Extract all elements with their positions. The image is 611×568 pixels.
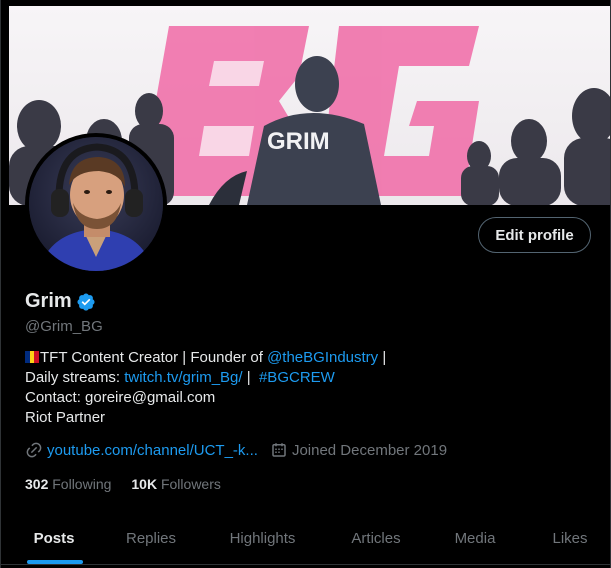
profile-tabs: Posts Replies Highlights Articles Media …	[1, 512, 610, 564]
followers-link[interactable]: 10K Followers	[131, 476, 220, 492]
avatar-image	[29, 137, 163, 271]
bio-text: TFT Content Creator | Founder of	[40, 349, 268, 366]
following-count: 302	[25, 476, 49, 492]
joined-date: Joined December 2019	[291, 441, 448, 459]
link-icon	[26, 442, 42, 458]
bio-line-4: Riot Partner	[25, 409, 106, 426]
hashtag-link[interactable]: #BGCREW	[259, 369, 335, 386]
profile-bio: TFT Content Creator | Founder of @theBGI…	[25, 348, 585, 428]
tab-articles[interactable]: Articles	[330, 512, 422, 564]
display-name: Grim	[25, 290, 72, 312]
follow-stats: 302 Following 10K Followers	[25, 476, 221, 492]
romania-flag-icon	[25, 351, 39, 363]
banner-grim-text: GRIM	[267, 128, 330, 155]
website-item[interactable]: youtube.com/channel/UCT_-k...	[25, 441, 258, 459]
user-handle: @Grim_BG	[25, 318, 103, 335]
calendar-icon	[272, 443, 286, 457]
bio-line-1: TFT Content Creator | Founder of @theBGI…	[25, 348, 585, 368]
tab-likes[interactable]: Likes	[528, 512, 610, 564]
profile-page: GRIM Edit profile Grim @Grim_BG TFT Cont…	[0, 0, 611, 568]
bio-separator: |	[242, 369, 259, 386]
edit-profile-button[interactable]: Edit profile	[478, 217, 591, 253]
tab-label: Likes	[552, 529, 588, 547]
mention-link[interactable]: @theBGIndustry	[267, 349, 378, 366]
bio-line-2: Daily streams: twitch.tv/grim_Bg/ | #BGC…	[25, 368, 585, 388]
followers-label: Followers	[160, 476, 221, 492]
following-label: Following	[52, 476, 112, 492]
tab-label: Replies	[125, 529, 177, 547]
tab-replies[interactable]: Replies	[107, 512, 195, 564]
tab-highlights[interactable]: Highlights	[195, 512, 330, 564]
avatar[interactable]	[25, 133, 167, 275]
tab-label: Highlights	[229, 529, 296, 547]
tab-posts[interactable]: Posts	[1, 512, 107, 564]
tab-label: Articles	[351, 529, 401, 547]
profile-meta: youtube.com/channel/UCT_-k... Joined Dec…	[25, 441, 459, 459]
joined-item: Joined December 2019	[270, 441, 447, 459]
followers-count: 10K	[131, 476, 158, 492]
bio-separator: |	[378, 349, 387, 366]
bio-text: Daily streams:	[25, 369, 125, 386]
website-link[interactable]: youtube.com/channel/UCT_-k...	[47, 442, 258, 459]
tab-label: Media	[454, 529, 496, 547]
bio-line-3: Contact: goreire@gmail.com	[25, 389, 216, 406]
tabs-divider	[1, 564, 610, 565]
tab-label: Posts	[33, 529, 75, 547]
twitch-link[interactable]: twitch.tv/grim_Bg/	[124, 369, 242, 386]
following-link[interactable]: 302 Following	[25, 476, 111, 492]
tab-media[interactable]: Media	[422, 512, 528, 564]
name-row: Grim	[25, 290, 96, 313]
verified-badge-icon[interactable]	[76, 292, 96, 312]
